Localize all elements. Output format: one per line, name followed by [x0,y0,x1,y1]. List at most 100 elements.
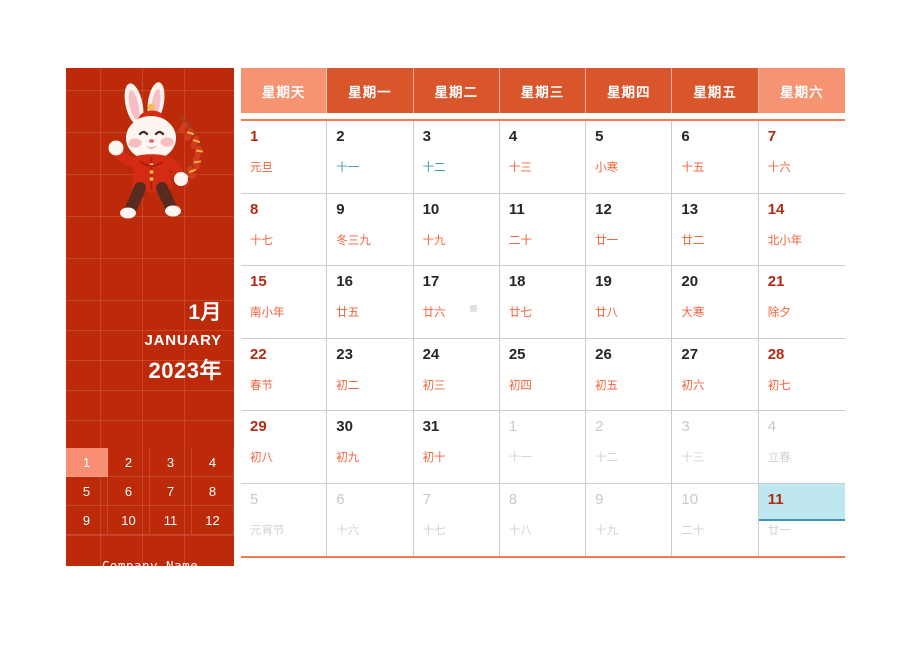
weekday-header-6: 星期六 [758,68,845,113]
lunar-date-label: 十三 [681,452,705,464]
day-cell[interactable]: 7 十六 [758,121,845,194]
month-picker[interactable]: 1 2 3 4 5 6 7 8 9 10 11 12 [66,448,234,535]
day-cell[interactable]: 1 十一 [499,411,587,484]
day-number: 11 [508,200,525,218]
day-cell[interactable]: 27 初六 [672,338,759,411]
lunar-date-label: 初六 [681,379,705,392]
day-cell[interactable]: 3 十三 [672,411,759,484]
day-cell[interactable]: 28 初七 [758,338,845,411]
weekday-header-2: 星期二 [413,68,500,113]
calendar-table: 星期天 星期一 星期二 星期三 星期四 星期五 星期六 1 元旦 2 十一 3 十二 4 十三 5 小寒 6 十五… [241,68,845,558]
day-cell[interactable]: 16 廿五 [327,266,414,339]
month-cell-8[interactable]: 8 [192,477,234,506]
day-number: 6 [681,128,690,145]
day-cell[interactable]: 4 十三 [499,121,587,194]
year-label: 2023年 [148,358,222,383]
day-cell[interactable]: 8 十七 [241,193,328,266]
day-number: 3 [681,418,690,435]
lunar-date-label: 廿五 [336,307,360,319]
day-number: 2 [336,128,345,145]
day-cell[interactable]: 18 廿七 [499,266,587,339]
lunar-date-label: 十六 [336,524,360,537]
day-cell[interactable]: 9 十九 [586,483,673,556]
day-cell[interactable]: 20 大寒 [672,266,759,339]
lunar-date-label: 春节 [250,379,273,392]
month-cell-1[interactable]: 1 [66,448,108,477]
month-cell-4[interactable]: 4 [192,448,234,477]
day-number: 17 [422,273,440,290]
month-year-block: 1月 JANUARY 2023年 [66,300,234,386]
day-number: 24 [422,345,440,363]
lunar-date-label: 除夕 [767,307,791,319]
day-cell[interactable]: 11 二十 [499,193,587,266]
day-number: 25 [508,345,526,363]
lunar-date-label: 北小年 [767,234,803,247]
lunar-date-label: 初八 [250,452,273,464]
day-cell[interactable]: 9 冬三九 [327,193,414,266]
day-cell[interactable]: 23 初二 [327,338,414,411]
calendar-grid[interactable]: 1 元旦 2 十一 3 十二 4 十三 5 小寒 6 十五 7 十六 8 十七 9 冬三九 10 十九 11 二十 12 廿一… [241,121,845,556]
day-cell[interactable]: 10 二十 [672,483,759,556]
day-cell[interactable]: 10 十九 [413,193,500,266]
day-cell[interactable]: 4 立春 [758,411,845,484]
month-cell-10[interactable]: 10 [108,506,150,535]
day-number: 10 [422,200,440,218]
month-cell-11[interactable]: 11 [150,506,192,535]
day-cell[interactable]: 2 十二 [586,411,673,484]
day-number: 20 [681,273,699,290]
day-number: 1 [250,128,259,145]
day-cell[interactable]: 19 廿八 [586,266,673,339]
day-cell[interactable]: 22 春节 [241,338,328,411]
weekday-header-3: 星期三 [499,68,587,113]
month-cell-2[interactable]: 2 [108,448,150,477]
lunar-date-label: 元宵节 [250,524,285,537]
day-cell[interactable]: 1 元旦 [241,121,328,194]
lunar-date-label: 十七 [422,524,446,537]
lunar-date-label: 初四 [508,379,532,392]
lunar-date-label: 初七 [767,379,791,392]
day-cell[interactable]: 15 南小年 [241,266,328,339]
day-cell[interactable]: 17 廿六 [413,266,500,339]
day-number: 15 [250,273,267,290]
weekday-header-0: 星期天 [241,68,328,113]
day-cell[interactable]: 7 十七 [413,483,500,556]
day-cell[interactable]: 5 元宵节 [241,483,328,556]
lunar-date-label: 二十 [681,524,705,537]
day-cell[interactable]: 21 除夕 [758,266,845,339]
day-number: 31 [422,418,440,435]
month-cell-12[interactable]: 12 [192,506,234,535]
day-number: 1 [508,418,518,435]
day-number: 8 [250,200,259,218]
month-cell-6[interactable]: 6 [108,477,150,506]
lunar-date-label: 廿六 [422,307,446,319]
day-cell[interactable]: 29 初八 [241,411,328,484]
day-cell[interactable]: 30 初九 [327,411,414,484]
day-cell[interactable]: 14 北小年 [758,193,845,266]
day-cell[interactable]: 5 小寒 [586,121,673,194]
month-cell-5[interactable]: 5 [66,477,108,506]
weekday-header-5: 星期五 [672,68,759,113]
day-cell[interactable]: 12 廿一 [586,193,673,266]
day-cell[interactable]: 25 初四 [499,338,587,411]
day-number: 8 [508,490,518,508]
day-number: 27 [681,345,699,363]
day-number: 14 [767,200,785,218]
day-cell[interactable]: 13 廿二 [672,193,759,266]
day-cell[interactable]: 3 十二 [413,121,500,194]
lunar-date-label: 初五 [595,379,619,392]
day-cell[interactable]: 24 初三 [413,338,500,411]
day-cell[interactable]: 6 十五 [672,121,759,194]
month-cell-3[interactable]: 3 [150,448,192,477]
lunar-date-label: 十一 [508,452,532,464]
day-number: 16 [336,273,353,290]
day-cell[interactable]: 11 廿一 [758,483,845,556]
month-cell-7[interactable]: 7 [150,477,192,506]
day-cell[interactable]: 6 十六 [327,483,414,556]
day-number: 30 [336,418,353,435]
day-cell[interactable]: 8 十八 [499,483,587,556]
day-cell[interactable]: 26 初五 [586,338,673,411]
month-cell-9[interactable]: 9 [66,506,108,535]
day-number: 19 [595,273,612,290]
day-cell[interactable]: 2 十一 [327,121,414,194]
day-cell[interactable]: 31 初十 [413,411,500,484]
